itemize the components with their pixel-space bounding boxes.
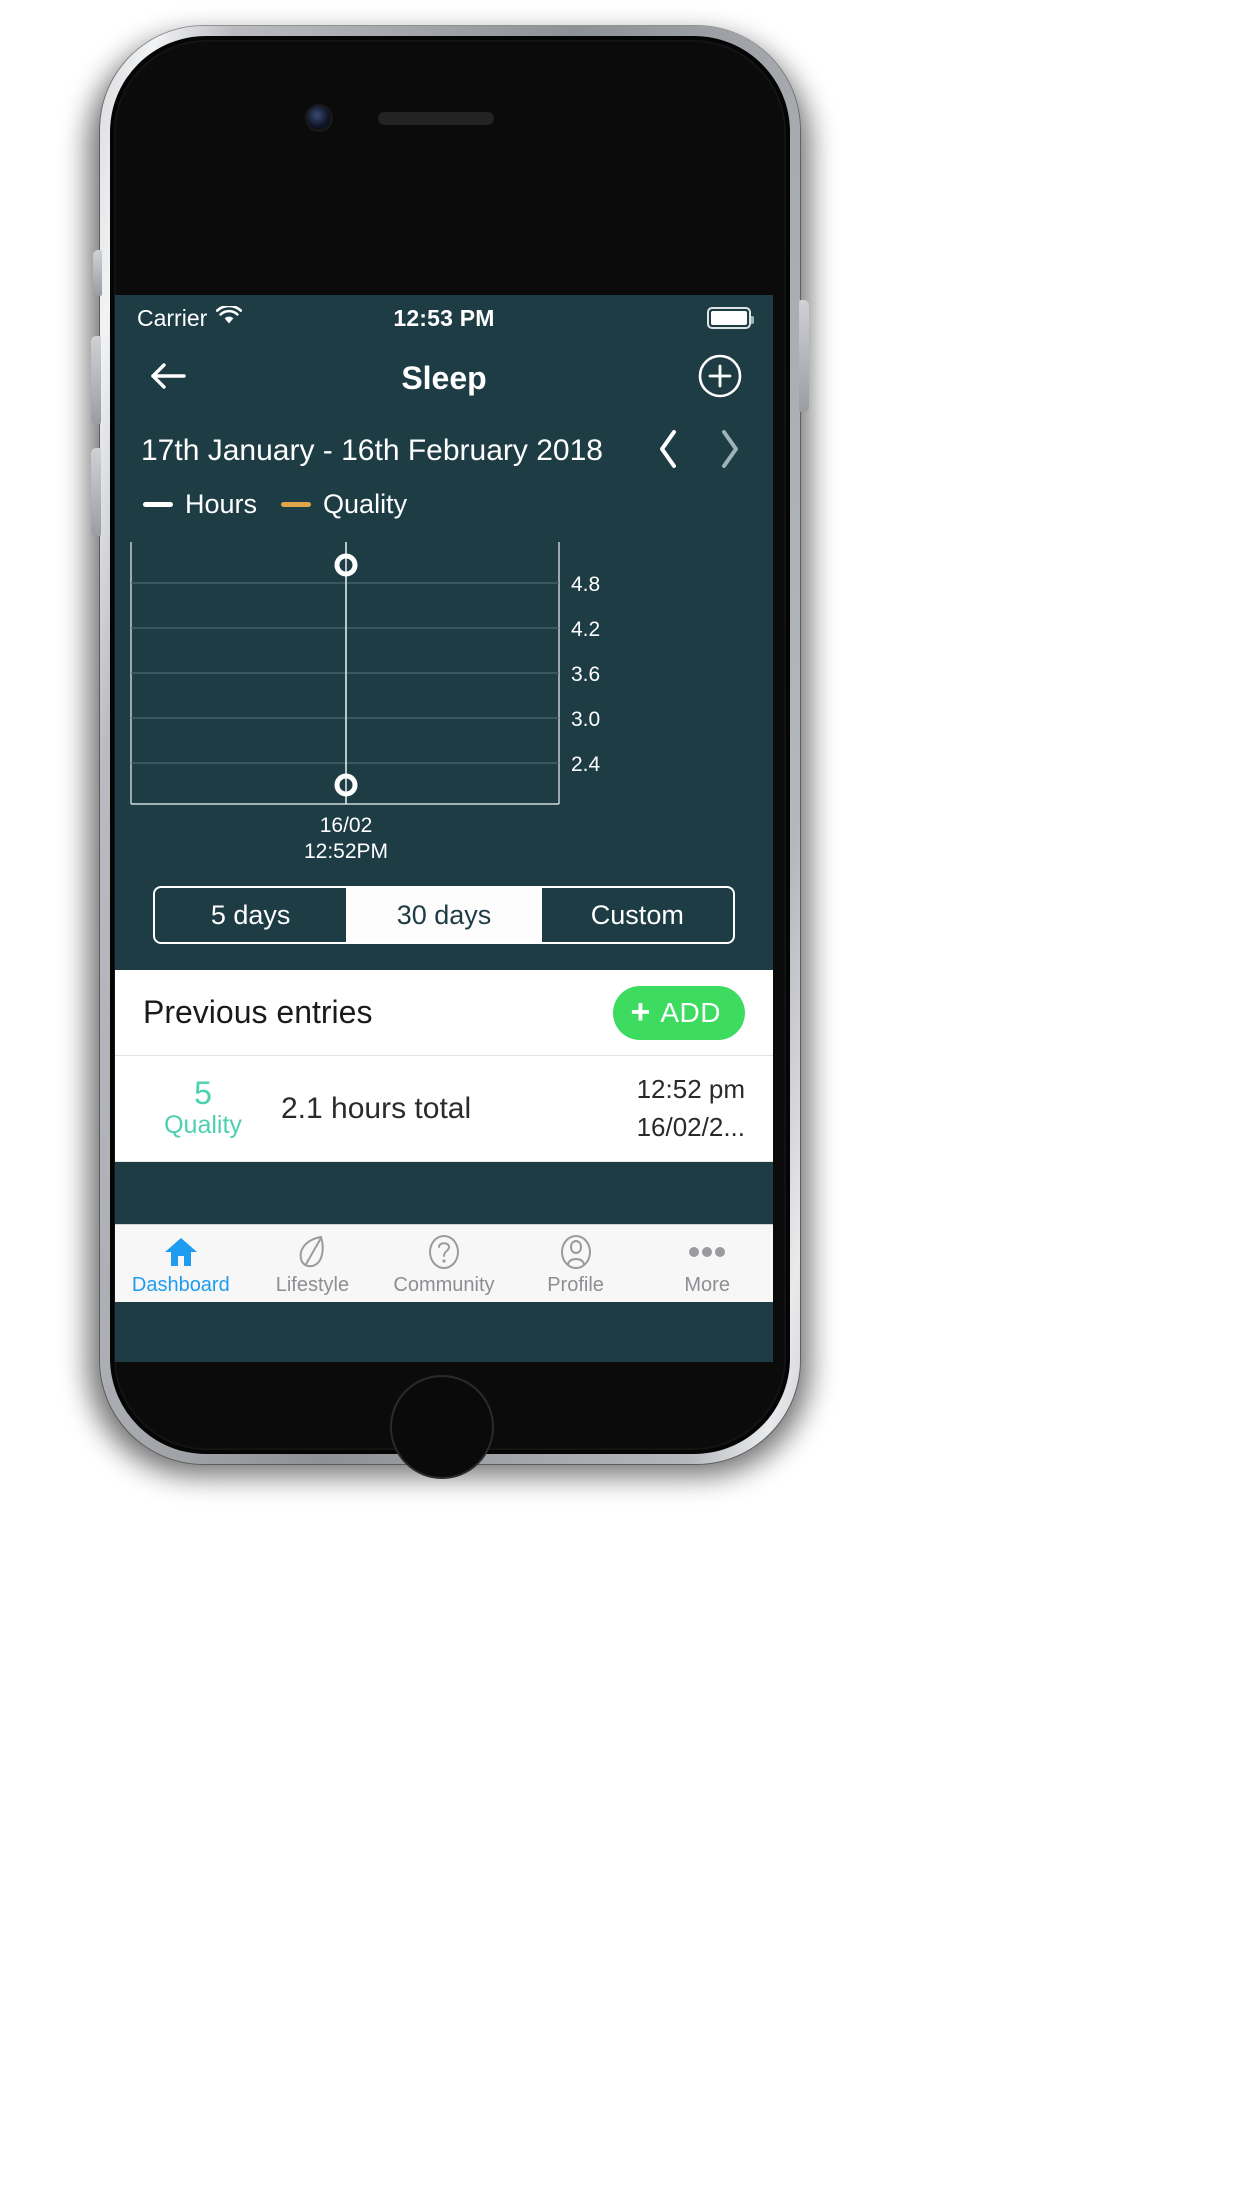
tab-more[interactable]: More (641, 1233, 773, 1297)
entry-quality: 5 Quality (143, 1077, 263, 1140)
tab-label-more: More (684, 1274, 730, 1296)
date-range-label: 17th January - 16th February 2018 (141, 434, 603, 467)
leaf-icon (295, 1233, 329, 1271)
date-prev-button[interactable] (651, 429, 685, 473)
x-tick-time: 12:52PM (304, 840, 388, 863)
plus-icon: + (630, 992, 651, 1031)
tab-label-profile: Profile (547, 1274, 604, 1296)
wifi-icon (216, 304, 243, 332)
power-button[interactable] (799, 300, 809, 412)
front-camera-icon (307, 106, 331, 130)
entry-quality-value: 5 (194, 1075, 212, 1112)
volume-up-button[interactable] (91, 336, 101, 424)
range-option-30-days[interactable]: 30 days (348, 888, 542, 942)
chart-gridlines (131, 582, 559, 764)
entry-quality-label: Quality (164, 1110, 242, 1139)
entry-summary: 2.1 hours total (281, 1091, 472, 1125)
earpiece-speaker (378, 112, 494, 125)
legend-item-hours: Hours (143, 489, 257, 520)
carrier-label: Carrier (137, 304, 208, 331)
range-selector-wrap: 5 days 30 days Custom (115, 866, 773, 970)
add-entry-button[interactable] (697, 353, 743, 404)
tab-community[interactable]: Community (378, 1233, 510, 1297)
phone-screen: Carrier 12:53 PM Sleep 17th January - 16… (115, 295, 773, 1362)
tab-dashboard[interactable]: Dashboard (115, 1233, 247, 1297)
y-tick-2-4: 2.4 (571, 753, 601, 776)
chart-y-tick-labels: 4.8 4.2 3.6 3.0 2.4 (571, 573, 601, 776)
previous-entries-title: Previous entries (143, 994, 373, 1030)
x-tick-date: 16/02 (320, 814, 373, 837)
plus-circle-icon (697, 353, 743, 404)
add-entry-pill-button[interactable]: + ADD (612, 985, 745, 1040)
chevron-left-icon (656, 428, 680, 475)
panel-filler (115, 1162, 773, 1224)
chevron-right-icon (718, 428, 742, 475)
y-tick-3-0: 3.0 (571, 708, 600, 731)
range-option-custom[interactable]: Custom (542, 888, 733, 942)
legend-swatch-quality (281, 502, 312, 507)
entry-date: 16/02/2... (636, 1111, 745, 1142)
date-next-button[interactable] (713, 429, 747, 473)
legend-item-quality: Quality (281, 489, 407, 520)
volume-down-button[interactable] (91, 448, 101, 536)
chart-x-tick-label: 16/02 12:52PM (304, 814, 388, 863)
screenshot-stage: Carrier 12:53 PM Sleep 17th January - 16… (0, 0, 1242, 2208)
home-button[interactable] (390, 1375, 494, 1479)
status-bar-left: Carrier (137, 304, 243, 332)
tab-bar: Dashboard Lifestyle Community Profile Mo… (115, 1224, 773, 1302)
tab-label-community: Community (393, 1274, 495, 1296)
home-icon (163, 1233, 199, 1271)
battery-fill (711, 311, 747, 325)
previous-entries-header: Previous entries + ADD (115, 970, 773, 1056)
y-tick-4-2: 4.2 (571, 618, 600, 641)
chart-legend: Hours Quality (115, 479, 773, 524)
range-selector: 5 days 30 days Custom (153, 886, 735, 944)
chart-canvas: 4.8 4.2 3.6 3.0 2.4 16/02 12:52PM (130, 542, 601, 863)
add-button-label: ADD (660, 996, 721, 1028)
y-tick-4-8: 4.8 (571, 573, 600, 596)
y-tick-3-6: 3.6 (571, 663, 600, 686)
sleep-chart: 4.8 4.2 3.6 3.0 2.4 16/02 12:52PM (115, 536, 773, 866)
legend-label-quality: Quality (323, 489, 408, 519)
battery-full-icon (707, 307, 754, 329)
tab-lifestyle[interactable]: Lifestyle (247, 1233, 379, 1297)
arrow-left-icon (148, 360, 188, 397)
tab-profile[interactable]: Profile (510, 1233, 642, 1297)
status-bar: Carrier 12:53 PM (115, 295, 773, 341)
status-bar-right (707, 307, 754, 329)
silent-switch[interactable] (93, 250, 102, 296)
date-range-nav (651, 429, 747, 473)
table-row[interactable]: 5 Quality 2.1 hours total 12:52 pm 16/02… (115, 1056, 773, 1162)
page-title: Sleep (401, 359, 487, 396)
tab-label-lifestyle: Lifestyle (275, 1274, 350, 1296)
range-option-5-days[interactable]: 5 days (155, 888, 349, 942)
entry-meta: 12:52 pm 16/02/2... (637, 1071, 745, 1146)
person-circle-icon (559, 1233, 593, 1271)
previous-entries-panel: Previous entries + ADD 5 Quality 2.1 hou… (115, 970, 773, 1162)
ellipsis-icon (687, 1233, 727, 1271)
question-circle-icon (427, 1233, 461, 1271)
back-button[interactable] (145, 355, 191, 401)
entry-time: 12:52 pm (636, 1073, 745, 1104)
navigation-bar: Sleep (115, 341, 773, 415)
legend-swatch-hours (143, 502, 173, 507)
date-range-row: 17th January - 16th February 2018 (115, 415, 773, 479)
legend-label-hours: Hours (185, 489, 258, 519)
tab-label-dashboard: Dashboard (131, 1274, 230, 1296)
